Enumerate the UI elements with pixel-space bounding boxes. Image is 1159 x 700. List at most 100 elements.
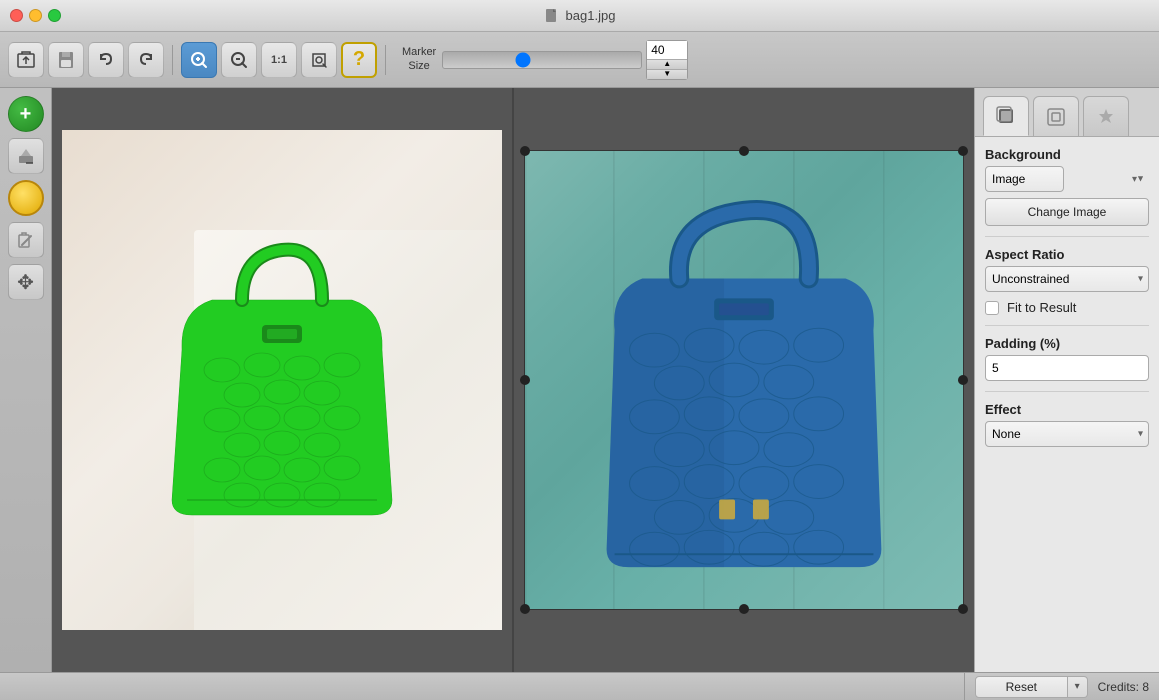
effect-section: Effect None Shadow Glow Blur ▾ xyxy=(985,402,1149,447)
reset-button-container: Reset ▾ xyxy=(975,676,1088,698)
red-arrow-svg xyxy=(1117,88,1147,91)
aspect-ratio-section: Aspect Ratio Unconstrained 1:1 4:3 16:9 … xyxy=(985,247,1149,292)
marker-size-label: Marker Size xyxy=(402,46,436,72)
marker-size-input[interactable]: 40 xyxy=(647,41,687,59)
padding-input[interactable]: 5 xyxy=(986,361,1149,375)
zoom-100-button[interactable]: 1:1 xyxy=(261,42,297,78)
teal-wood-background xyxy=(525,151,963,609)
handle-top-right[interactable] xyxy=(958,146,968,156)
tab-layers[interactable] xyxy=(983,96,1029,136)
right-panel: Background Image Color Transparent None … xyxy=(974,88,1159,672)
layers-tab-icon xyxy=(995,105,1017,127)
effect-label: Effect xyxy=(985,402,1149,417)
divider-1 xyxy=(985,236,1149,237)
title-text: bag1.jpg xyxy=(566,8,616,23)
tab-output[interactable] xyxy=(1033,96,1079,136)
open-button[interactable] xyxy=(8,42,44,78)
blue-bag-svg xyxy=(525,151,963,609)
handle-top[interactable] xyxy=(739,146,749,156)
background-section: Background Image Color Transparent None … xyxy=(985,147,1149,226)
add-marker-icon: + xyxy=(20,103,32,126)
zoom-in-button[interactable] xyxy=(181,42,217,78)
padding-label: Padding (%) xyxy=(985,336,1149,351)
padding-spinner: 5 ▲ ▼ xyxy=(985,355,1149,381)
save-button[interactable] xyxy=(48,42,84,78)
close-button[interactable] xyxy=(10,9,23,22)
divider-3 xyxy=(985,391,1149,392)
marker-size-slider[interactable] xyxy=(442,51,642,69)
handle-right[interactable] xyxy=(958,375,968,385)
zoom-in-icon xyxy=(189,50,209,70)
fit-to-result-checkbox[interactable] xyxy=(985,301,999,315)
main-area: + ✥ xyxy=(0,88,1159,672)
canvas-area xyxy=(52,88,974,672)
effect-select[interactable]: None Shadow Glow Blur xyxy=(985,421,1149,447)
fit-to-result-row: Fit to Result xyxy=(985,300,1149,315)
marker-size-group: Marker Size 40 ▲ ▼ xyxy=(402,40,688,80)
divider-2 xyxy=(985,325,1149,326)
background-type-select-wrapper: Image Color Transparent None ▾ xyxy=(985,166,1149,192)
add-marker-button[interactable]: + xyxy=(8,96,44,132)
save-icon xyxy=(56,50,76,70)
handle-bottom-right[interactable] xyxy=(958,604,968,614)
background-type-select[interactable]: Image Color Transparent None xyxy=(985,166,1064,192)
main-toolbar: 1:1 ? Marker Size 40 ▲ ▼ xyxy=(0,32,1159,88)
titlebar: bag1.jpg xyxy=(0,0,1159,32)
zoom-fit-icon xyxy=(309,50,329,70)
red-arrow-indicator xyxy=(1117,88,1147,96)
change-image-wrapper: Change Image xyxy=(985,198,1149,226)
reset-dropdown-icon: ▾ xyxy=(1075,681,1080,692)
help-icon: ? xyxy=(353,48,365,71)
fit-to-result-label: Fit to Result xyxy=(1007,300,1076,315)
background-label: Background xyxy=(985,147,1149,162)
handle-top-left[interactable] xyxy=(520,146,530,156)
window-controls xyxy=(10,9,61,22)
erase-button[interactable] xyxy=(8,138,44,174)
green-bag-svg xyxy=(152,230,412,530)
left-toolbar: + ✥ xyxy=(0,88,52,672)
minimize-button[interactable] xyxy=(29,9,42,22)
marker-size-text: Marker Size xyxy=(402,46,436,72)
right-panel-content: Background Image Color Transparent None … xyxy=(975,137,1159,457)
open-icon xyxy=(16,50,36,70)
handle-left[interactable] xyxy=(520,375,530,385)
zoom-fit-button[interactable] xyxy=(301,42,337,78)
maximize-button[interactable] xyxy=(48,9,61,22)
output-tab-icon xyxy=(1045,106,1067,128)
move-icon: ✥ xyxy=(17,270,34,295)
padding-section: Padding (%) 5 ▲ ▼ xyxy=(985,336,1149,381)
original-image-panel xyxy=(52,88,514,672)
help-button[interactable]: ? xyxy=(341,42,377,78)
marker-slider-container: 40 ▲ ▼ xyxy=(442,40,688,80)
zoom-100-label: 1:1 xyxy=(271,54,287,66)
zoom-out-button[interactable] xyxy=(221,42,257,78)
clear-icon xyxy=(16,230,36,250)
redo-icon xyxy=(136,50,156,70)
marker-spin-down-button[interactable]: ▼ xyxy=(647,69,687,79)
separator-2 xyxy=(385,45,386,75)
erase-icon xyxy=(16,146,36,166)
zoom-out-icon xyxy=(229,50,249,70)
star-tab-icon xyxy=(1095,106,1117,128)
tab-favorites[interactable] xyxy=(1083,96,1129,136)
credits-label: Credits: 8 xyxy=(1098,680,1149,694)
undo-button[interactable] xyxy=(88,42,124,78)
aspect-ratio-label: Aspect Ratio xyxy=(985,247,1149,262)
marker-spin-up-button[interactable]: ▲ xyxy=(647,59,687,69)
change-image-button[interactable]: Change Image xyxy=(985,198,1149,226)
marker-value-box: 40 ▲ ▼ xyxy=(646,40,688,80)
result-image-panel xyxy=(514,88,974,672)
redo-button[interactable] xyxy=(128,42,164,78)
handle-bottom[interactable] xyxy=(739,604,749,614)
color-button[interactable] xyxy=(8,180,44,216)
handle-bottom-left[interactable] xyxy=(520,604,530,614)
aspect-ratio-select-wrapper: Unconstrained 1:1 4:3 16:9 ▾ xyxy=(985,266,1149,292)
reset-dropdown-button[interactable]: ▾ xyxy=(1068,676,1088,698)
clear-button[interactable] xyxy=(8,222,44,258)
effect-select-wrapper: None Shadow Glow Blur ▾ xyxy=(985,421,1149,447)
aspect-ratio-select[interactable]: Unconstrained 1:1 4:3 16:9 xyxy=(985,266,1149,292)
move-button[interactable]: ✥ xyxy=(8,264,44,300)
tabs-container xyxy=(975,88,1159,137)
reset-button[interactable]: Reset xyxy=(975,676,1068,698)
change-image-label: Change Image xyxy=(1028,205,1107,219)
